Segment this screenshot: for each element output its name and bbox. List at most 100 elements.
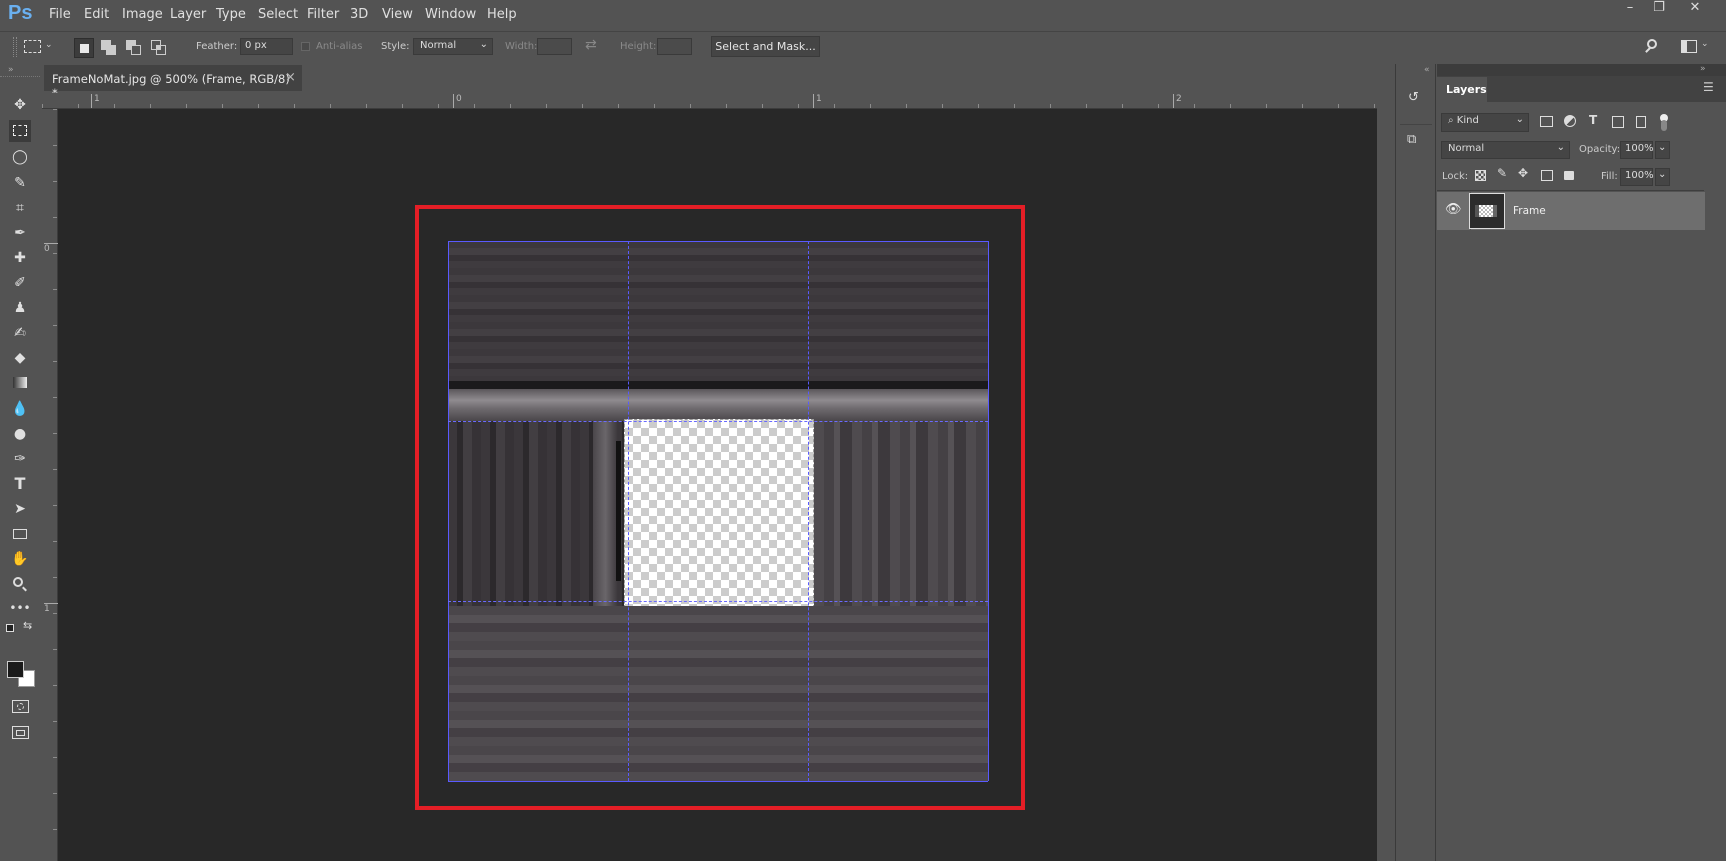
- filter-kind-select[interactable]: ⌕ Kind ⌄: [1441, 113, 1529, 132]
- more-tools-icon[interactable]: •••: [9, 597, 31, 619]
- foreground-color-swatch[interactable]: [7, 661, 24, 678]
- filter-pixel-icon[interactable]: [1540, 116, 1553, 127]
- gradient-tool-icon[interactable]: [9, 372, 31, 394]
- panel-menu-icon[interactable]: ☰: [1703, 80, 1714, 94]
- default-colors-icon[interactable]: [6, 624, 14, 632]
- screen-mode-icon[interactable]: [12, 726, 29, 739]
- layer-row[interactable]: 👁 Frame: [1437, 192, 1705, 230]
- quick-mask-icon[interactable]: [12, 700, 29, 713]
- highlight-rectangle: [415, 205, 1025, 810]
- fill-dropdown[interactable]: ⌄: [1655, 168, 1670, 186]
- menu-help[interactable]: Help: [487, 7, 517, 22]
- crop-tool-icon[interactable]: ⌗: [9, 197, 31, 219]
- lock-artboard-icon[interactable]: [1541, 170, 1553, 181]
- width-label: Width:: [505, 41, 538, 52]
- swap-dimensions-icon[interactable]: ⇄: [585, 37, 597, 53]
- path-selection-tool-icon[interactable]: ➤: [9, 498, 31, 520]
- chevron-down-icon: ⌄: [1556, 142, 1565, 153]
- document-tab[interactable]: FrameNoMat.jpg @ 500% (Frame, RGB/8) * ×: [44, 65, 302, 100]
- antialias-label: Anti-alias: [316, 41, 363, 52]
- clone-stamp-tool-icon[interactable]: ♟: [9, 297, 31, 319]
- rectangle-tool-icon[interactable]: [9, 523, 31, 545]
- width-input[interactable]: [537, 38, 572, 55]
- add-to-selection-button[interactable]: [101, 40, 117, 56]
- blend-mode-select[interactable]: Normal ⌄: [1441, 141, 1570, 159]
- opacity-input[interactable]: 100%: [1620, 141, 1654, 159]
- eyedropper-tool-icon[interactable]: ✒: [9, 222, 31, 244]
- ruler-label: 1: [813, 94, 822, 108]
- intersect-selection-button[interactable]: [151, 40, 167, 56]
- antialias-checkbox[interactable]: [301, 42, 310, 51]
- properties-panel-icon[interactable]: ⧉: [1407, 132, 1427, 152]
- history-brush-tool-icon[interactable]: ✍: [9, 322, 31, 344]
- subtract-from-selection-button[interactable]: [126, 40, 142, 56]
- filter-type-icon[interactable]: T: [1589, 113, 1597, 127]
- layers-panel: » ☰: [1437, 64, 1726, 861]
- search-icon[interactable]: [1644, 37, 1662, 55]
- fill-input[interactable]: 100%: [1620, 168, 1654, 186]
- restore-button[interactable]: ❐: [1644, 0, 1674, 18]
- lock-position-icon[interactable]: ✥: [1518, 166, 1528, 180]
- history-panel-icon[interactable]: ↺: [1408, 90, 1426, 110]
- collapse-arrows-icon[interactable]: »: [8, 65, 14, 75]
- ruler-label: 0: [453, 94, 462, 108]
- opacity-dropdown[interactable]: ⌄: [1655, 141, 1670, 159]
- brush-tool-icon[interactable]: ✐: [9, 272, 31, 294]
- type-tool-icon[interactable]: T: [9, 473, 31, 495]
- lock-label: Lock:: [1442, 171, 1469, 182]
- chevron-down-icon: ⌄: [1515, 114, 1524, 125]
- menu-edit[interactable]: Edit: [84, 7, 109, 22]
- rectangular-marquee-tool-icon[interactable]: [9, 120, 31, 142]
- quick-selection-tool-icon[interactable]: ✎: [9, 172, 31, 194]
- menu-type[interactable]: Type: [216, 7, 246, 22]
- hand-tool-icon[interactable]: ✋: [9, 548, 31, 570]
- feather-input[interactable]: 0 px: [240, 38, 293, 55]
- swap-colors-icon[interactable]: ⇆: [23, 619, 32, 632]
- menu-filter[interactable]: Filter: [307, 7, 339, 22]
- menu-select[interactable]: Select: [258, 7, 298, 22]
- menu-bar: Ps File Edit Image Layer Type Select Fil…: [0, 0, 1726, 30]
- layer-name: Frame: [1513, 205, 1546, 217]
- pen-tool-icon[interactable]: ✑: [9, 448, 31, 470]
- visibility-eye-icon[interactable]: 👁: [1445, 202, 1462, 217]
- dodge-tool-icon[interactable]: ●: [9, 423, 31, 445]
- select-and-mask-button[interactable]: Select and Mask...: [711, 36, 820, 57]
- workspace-icon[interactable]: [1681, 40, 1697, 53]
- chevron-down-icon[interactable]: ⌄: [45, 40, 53, 50]
- zoom-tool-icon[interactable]: [9, 573, 31, 595]
- menu-file[interactable]: File: [49, 7, 71, 22]
- height-label: Height:: [620, 41, 657, 52]
- marquee-tool-preset-icon[interactable]: [24, 40, 41, 53]
- lasso-tool-icon[interactable]: ◯: [9, 146, 31, 168]
- height-input[interactable]: [657, 38, 692, 55]
- menu-3d[interactable]: 3D: [350, 7, 368, 22]
- new-selection-button[interactable]: [74, 38, 94, 58]
- filter-shape-icon[interactable]: [1612, 116, 1624, 128]
- lock-transparent-icon[interactable]: [1475, 170, 1486, 181]
- tab-layers[interactable]: Layers: [1437, 77, 1487, 102]
- filter-smart-object-icon[interactable]: [1636, 116, 1646, 128]
- ruler-label: 1: [91, 94, 100, 108]
- style-label: Style:: [381, 41, 410, 52]
- lock-image-icon[interactable]: ✎: [1497, 166, 1507, 180]
- style-select[interactable]: Normal ⌄: [413, 38, 493, 55]
- menu-window[interactable]: Window: [425, 7, 476, 22]
- close-tab-button[interactable]: ×: [285, 70, 296, 85]
- collapse-arrows-icon[interactable]: «: [1424, 65, 1430, 75]
- menu-layer[interactable]: Layer: [170, 7, 206, 22]
- menu-view[interactable]: View: [382, 7, 413, 22]
- ruler-label: 0: [44, 243, 58, 254]
- close-window-button[interactable]: ✕: [1680, 0, 1710, 18]
- collapse-arrows-icon[interactable]: »: [1700, 64, 1706, 74]
- menu-image[interactable]: Image: [122, 7, 163, 22]
- filter-adjustment-icon[interactable]: [1564, 115, 1576, 127]
- blur-tool-icon[interactable]: 💧: [9, 398, 31, 420]
- lock-all-icon[interactable]: [1564, 171, 1574, 180]
- chevron-down-icon: ⌄: [1658, 169, 1667, 180]
- move-tool-icon[interactable]: ✥: [9, 94, 31, 116]
- eraser-tool-icon[interactable]: ◆: [9, 347, 31, 369]
- ruler-label: 2: [1173, 94, 1182, 108]
- chevron-down-icon[interactable]: ⌄: [1701, 39, 1709, 49]
- healing-brush-tool-icon[interactable]: ✚: [9, 247, 31, 269]
- minimize-button[interactable]: –: [1615, 0, 1645, 18]
